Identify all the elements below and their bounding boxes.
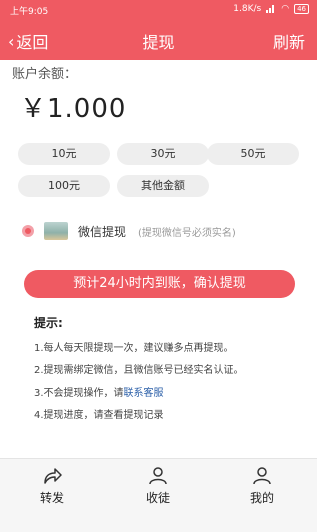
balance-value: ￥1.000: [20, 94, 127, 124]
amount-button-50[interactable]: 50元: [207, 143, 299, 165]
amount-button-other[interactable]: 其他金额: [117, 175, 209, 197]
tip-item: 1.每人每天限提现一次，建议赚多点再提现。: [34, 343, 234, 354]
confirm-withdraw-button[interactable]: 预计24小时内到账，确认提现: [24, 270, 295, 298]
tab-bar: 转发 收徒 我的: [0, 458, 317, 532]
amount-button-100[interactable]: 100元: [18, 175, 110, 197]
nav-bar: ‹ 返回 提现 刷新: [0, 20, 317, 60]
payment-method-row[interactable]: 微信提现 (提现微信号必须实名): [22, 222, 236, 240]
amount-button-10[interactable]: 10元: [18, 143, 110, 165]
amount-button-30[interactable]: 30元: [117, 143, 209, 165]
tab-label: 收徒: [145, 491, 170, 505]
tip-item: 3.不会提现操作，请联系客服: [34, 384, 164, 399]
tip-item: 4.提现进度，请查看提现记录: [34, 410, 164, 421]
tab-label: 转发: [39, 491, 64, 505]
tab-apprentice[interactable]: 收徒: [128, 467, 188, 506]
contact-service-link[interactable]: 联系客服: [124, 388, 164, 399]
tab-forward[interactable]: 转发: [22, 467, 82, 506]
status-icons: 1.8K/s ◠ 46: [233, 4, 309, 14]
signal-icon: [266, 5, 276, 13]
balance-label: 账户余额：: [12, 67, 78, 82]
status-time: 上午9:05: [10, 7, 49, 17]
users-icon: [149, 467, 167, 485]
wechat-icon: [44, 222, 68, 240]
tab-label: 我的: [249, 491, 274, 505]
network-speed: 1.8K/s: [233, 4, 262, 14]
radio-selected-icon[interactable]: [22, 225, 34, 237]
user-icon: [253, 467, 271, 485]
status-bar: 上午9:05 1.8K/s ◠ 46: [0, 0, 317, 20]
tips-title: 提示:: [34, 316, 63, 330]
tip-item: 2.提现需绑定微信，且微信账号已经实名认证。: [34, 365, 244, 376]
battery-icon: 46: [294, 4, 309, 14]
refresh-button[interactable]: 刷新: [273, 29, 305, 53]
tip-text: 3.不会提现操作，请: [34, 388, 124, 399]
page-title: 提现: [142, 33, 175, 52]
wifi-icon: ◠: [281, 4, 290, 14]
tab-mine[interactable]: 我的: [232, 467, 292, 506]
payment-method-label: 微信提现: [78, 224, 127, 239]
share-icon: [44, 468, 62, 484]
payment-method-hint: (提现微信号必须实名): [138, 227, 236, 239]
